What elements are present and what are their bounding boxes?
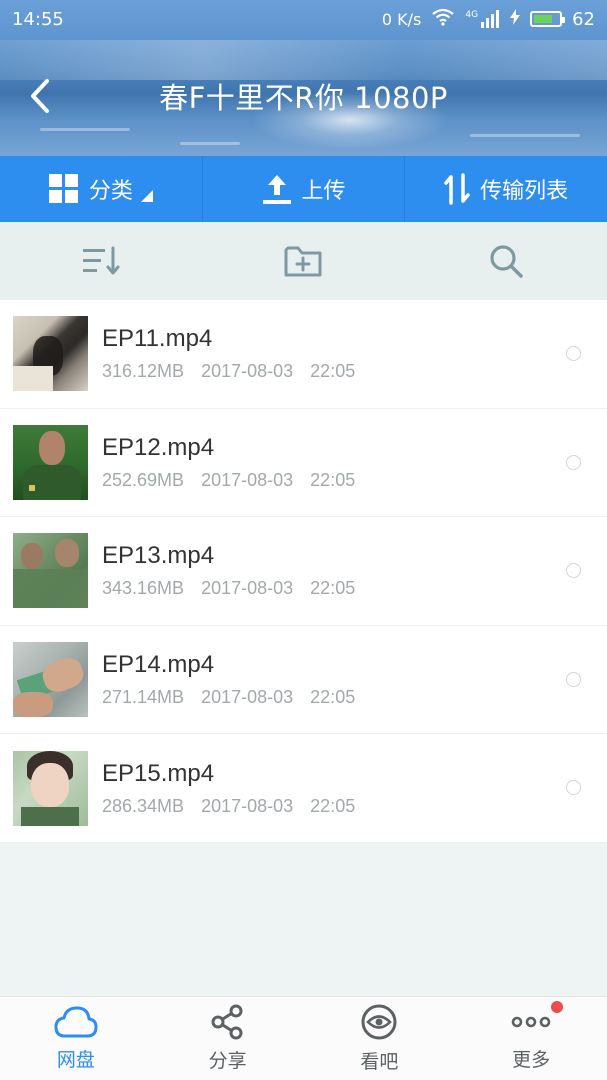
search-button[interactable] <box>466 231 546 291</box>
file-name: EP11.mp4 <box>102 325 213 353</box>
upload-icon <box>262 175 291 204</box>
share-icon <box>211 1004 243 1040</box>
file-name: EP12.mp4 <box>102 433 215 461</box>
new-folder-button[interactable] <box>263 231 343 291</box>
nav-label: 网盘 <box>56 1049 95 1071</box>
signal-icon: 4G <box>465 10 500 28</box>
file-meta: 316.12MB 2017-08-03 22:05 <box>102 361 607 382</box>
file-size: 271.14MB <box>102 687 185 708</box>
file-meta: 271.14MB 2017-08-03 22:05 <box>102 687 607 708</box>
file-time: 22:05 <box>310 578 356 599</box>
upload-tab[interactable]: 上传 <box>203 156 406 222</box>
file-item[interactable]: EP14.mp4 271.14MB 2017-08-03 22:05 <box>0 626 607 735</box>
nav-item-more[interactable]: 更多 <box>455 997 607 1080</box>
video-thumbnail <box>13 316 88 392</box>
wave-decor <box>180 142 240 145</box>
network-type: 4G <box>465 10 479 20</box>
select-radio[interactable] <box>566 346 581 361</box>
battery-icon <box>530 11 566 27</box>
file-size: 316.12MB <box>102 361 185 382</box>
file-name: EP15.mp4 <box>102 759 215 787</box>
nav-label: 分享 <box>208 1050 247 1072</box>
transfer-list-tab-label: 传输列表 <box>480 179 569 204</box>
nav-label: 更多 <box>512 1049 551 1071</box>
dropdown-triangle-icon <box>140 190 153 202</box>
file-time: 22:05 <box>310 469 356 490</box>
file-info: EP11.mp4 316.12MB 2017-08-03 22:05 <box>102 325 607 382</box>
file-time: 22:05 <box>310 795 356 816</box>
wave-decor <box>470 134 580 137</box>
category-tab[interactable]: 分类 <box>0 156 203 222</box>
nav-item-netdisk[interactable]: 网盘 <box>0 997 152 1080</box>
search-icon <box>490 245 523 278</box>
chevron-left-icon <box>31 79 49 113</box>
file-date: 2017-08-03 <box>201 361 294 382</box>
file-info: EP15.mp4 286.34MB 2017-08-03 22:05 <box>102 760 607 817</box>
sort-icon <box>83 246 120 275</box>
file-date: 2017-08-03 <box>201 687 294 708</box>
file-info: EP14.mp4 271.14MB 2017-08-03 22:05 <box>102 651 607 708</box>
file-size: 252.69MB <box>102 469 185 490</box>
page-title: 春F十里不R你 1080P <box>159 81 448 115</box>
more-icon <box>511 1016 551 1028</box>
file-time: 22:05 <box>310 361 356 382</box>
transfer-list-tab[interactable]: 传输列表 <box>405 156 607 222</box>
video-thumbnail <box>13 533 88 609</box>
file-name: EP14.mp4 <box>102 651 215 679</box>
new-folder-icon <box>284 246 322 277</box>
select-radio[interactable] <box>566 671 581 687</box>
file-info: EP12.mp4 252.69MB 2017-08-03 22:05 <box>102 434 607 491</box>
file-time: 22:05 <box>310 687 356 708</box>
status-bar: 14:55 0 K/s 4G 62 <box>0 0 607 38</box>
status-time: 14:55 <box>12 8 64 30</box>
file-size: 343.16MB <box>102 578 185 599</box>
transfer-arrows-icon <box>444 173 470 205</box>
category-tab-label: 分类 <box>88 179 133 204</box>
file-list: EP11.mp4 316.12MB 2017-08-03 22:05 EP12.… <box>0 300 607 843</box>
file-item[interactable]: EP13.mp4 343.16MB 2017-08-03 22:05 <box>0 517 607 626</box>
upload-tab-label: 上传 <box>301 179 346 204</box>
file-size: 286.34MB <box>102 795 185 816</box>
eye-icon <box>361 1004 397 1040</box>
file-item[interactable]: EP15.mp4 286.34MB 2017-08-03 22:05 <box>0 734 607 843</box>
file-item[interactable]: EP11.mp4 316.12MB 2017-08-03 22:05 <box>0 300 607 409</box>
file-name: EP13.mp4 <box>102 542 215 570</box>
select-radio[interactable] <box>566 454 581 470</box>
charging-icon <box>510 8 521 30</box>
status-indicators: 0 K/s 4G 62 <box>382 8 595 31</box>
top-toolbar: 分类 上传 传输列表 <box>0 156 607 222</box>
bottom-nav: 网盘 分享 看吧 更多 <box>0 996 607 1080</box>
file-meta: 343.16MB 2017-08-03 22:05 <box>102 578 607 599</box>
title-bar: 春F十里不R你 1080P <box>0 60 607 132</box>
sort-button[interactable] <box>61 231 141 291</box>
nav-item-share[interactable]: 分享 <box>152 997 304 1080</box>
network-speed: 0 K/s <box>381 9 422 29</box>
file-meta: 252.69MB 2017-08-03 22:05 <box>102 470 607 491</box>
nav-label: 看吧 <box>360 1051 399 1073</box>
video-thumbnail <box>13 750 88 826</box>
notification-badge <box>551 1001 563 1013</box>
file-date: 2017-08-03 <box>201 795 294 816</box>
file-info: EP13.mp4 343.16MB 2017-08-03 22:05 <box>102 542 607 599</box>
nav-item-watch[interactable]: 看吧 <box>304 997 456 1080</box>
grid-icon <box>48 174 78 203</box>
back-button[interactable] <box>0 60 80 132</box>
video-thumbnail <box>13 424 88 500</box>
action-row <box>0 222 607 300</box>
video-thumbnail <box>13 642 88 718</box>
wifi-icon <box>431 8 455 31</box>
header-banner: 14:55 0 K/s 4G 62 春F十里不R你 1080P <box>0 0 607 156</box>
cloud-icon <box>54 1006 98 1038</box>
file-date: 2017-08-03 <box>201 469 294 490</box>
battery-level: 62 <box>572 8 595 30</box>
file-meta: 286.34MB 2017-08-03 22:05 <box>102 796 607 817</box>
file-date: 2017-08-03 <box>201 578 294 599</box>
file-item[interactable]: EP12.mp4 252.69MB 2017-08-03 22:05 <box>0 409 607 518</box>
